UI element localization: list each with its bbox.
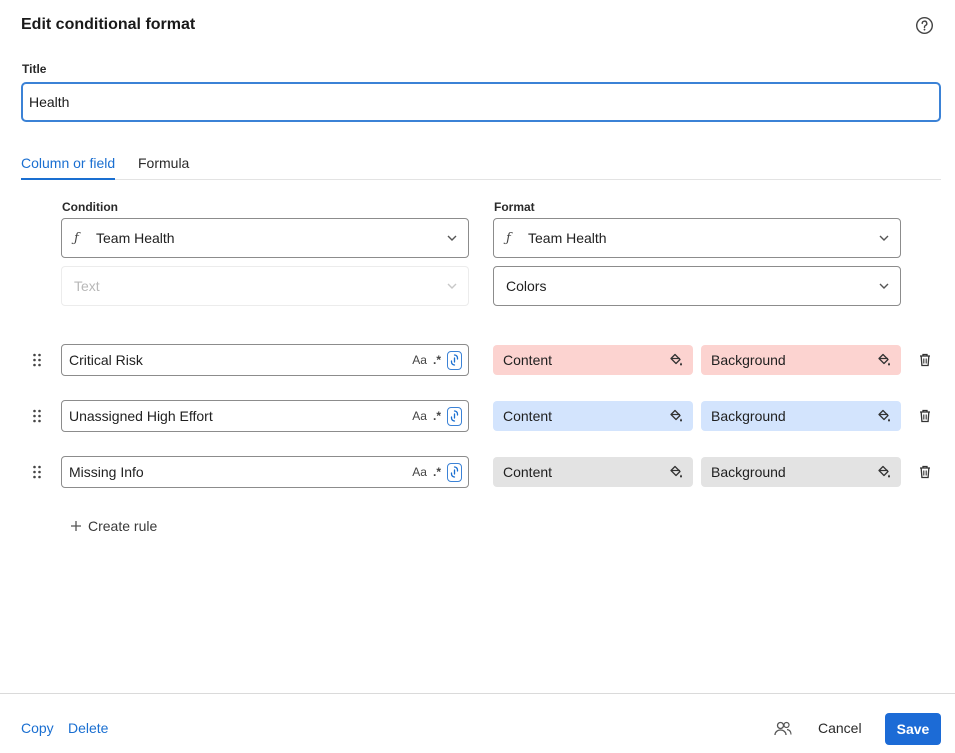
rule-value-text: Unassigned High Effort	[69, 408, 213, 424]
content-color-button[interactable]: Content	[493, 401, 693, 431]
link-icon	[450, 354, 459, 366]
rule-value-text: Critical Risk	[69, 352, 143, 368]
paint-bucket-icon	[878, 409, 890, 422]
copy-button[interactable]: Copy	[21, 720, 54, 736]
background-color-label: Background	[711, 464, 786, 480]
footer-bar	[0, 693, 955, 753]
rule-value-input[interactable]: Unassigned High Effort Aa .*	[61, 400, 469, 432]
background-color-button[interactable]: Background	[701, 401, 901, 431]
condition-label: Condition	[62, 200, 118, 214]
link-icon	[450, 410, 459, 422]
trash-icon[interactable]	[919, 465, 931, 479]
condition-type-placeholder: Text	[74, 278, 100, 294]
regex-toggle[interactable]: .*	[433, 409, 441, 423]
regex-toggle[interactable]: .*	[433, 465, 441, 479]
create-rule-label: Create rule	[88, 518, 158, 534]
trash-icon[interactable]	[919, 409, 931, 423]
tab-bar: Column or field Formula	[21, 152, 941, 180]
help-icon[interactable]	[915, 16, 934, 35]
paint-bucket-icon	[878, 465, 890, 478]
rule-value-text: Missing Info	[69, 464, 144, 480]
delete-button[interactable]: Delete	[68, 720, 108, 736]
drag-handle-icon[interactable]	[32, 409, 42, 423]
drag-handle-icon[interactable]	[32, 353, 42, 367]
title-label: Title	[22, 62, 47, 76]
share-users-icon[interactable]	[774, 721, 792, 736]
format-field-value: Team Health	[528, 230, 607, 246]
regex-toggle[interactable]: .*	[433, 353, 441, 367]
tab-formula[interactable]: Formula	[138, 155, 189, 180]
match-case-toggle[interactable]: Aa	[412, 353, 427, 367]
rule-value-input[interactable]: Missing Info Aa .*	[61, 456, 469, 488]
trash-icon[interactable]	[919, 353, 931, 367]
dialog-title: Edit conditional format	[21, 16, 196, 33]
chevron-down-icon	[447, 283, 457, 289]
format-label: Format	[494, 200, 535, 214]
paint-bucket-icon	[670, 353, 682, 366]
background-color-button[interactable]: Background	[701, 345, 901, 375]
tab-column-or-field[interactable]: Column or field	[21, 155, 116, 180]
condition-field-value: Team Health	[96, 230, 175, 246]
title-input[interactable]	[21, 82, 941, 122]
formula-field-icon: ƒ	[74, 230, 79, 246]
rule-value-input[interactable]: Critical Risk Aa .*	[61, 344, 469, 376]
match-case-toggle[interactable]: Aa	[412, 465, 427, 479]
cancel-button[interactable]: Cancel	[818, 720, 862, 736]
whole-word-toggle[interactable]	[447, 462, 462, 482]
whole-word-toggle[interactable]	[447, 406, 462, 426]
background-color-label: Background	[711, 352, 786, 368]
plus-icon	[71, 521, 81, 531]
condition-type-select: Text	[61, 266, 469, 306]
chevron-down-icon	[879, 235, 889, 241]
chevron-down-icon	[447, 235, 457, 241]
content-color-label: Content	[503, 408, 553, 424]
chevron-down-icon	[879, 283, 889, 289]
content-color-button[interactable]: Content	[493, 345, 693, 375]
link-icon	[450, 466, 459, 478]
format-mode-select[interactable]: Colors	[493, 266, 901, 306]
format-field-select[interactable]: ƒ Team Health	[493, 218, 901, 258]
content-color-label: Content	[503, 464, 553, 480]
paint-bucket-icon	[670, 409, 682, 422]
match-case-toggle[interactable]: Aa	[412, 409, 427, 423]
create-rule-button[interactable]: Create rule	[70, 518, 157, 534]
drag-handle-icon[interactable]	[32, 465, 42, 479]
background-color-label: Background	[711, 408, 786, 424]
content-color-label: Content	[503, 352, 553, 368]
background-color-button[interactable]: Background	[701, 457, 901, 487]
formula-field-icon: ƒ	[506, 230, 511, 246]
condition-field-select[interactable]: ƒ Team Health	[61, 218, 469, 258]
whole-word-toggle[interactable]	[447, 350, 462, 370]
save-button[interactable]: Save	[885, 713, 941, 745]
paint-bucket-icon	[878, 353, 890, 366]
format-mode-value: Colors	[506, 278, 547, 294]
content-color-button[interactable]: Content	[493, 457, 693, 487]
paint-bucket-icon	[670, 465, 682, 478]
